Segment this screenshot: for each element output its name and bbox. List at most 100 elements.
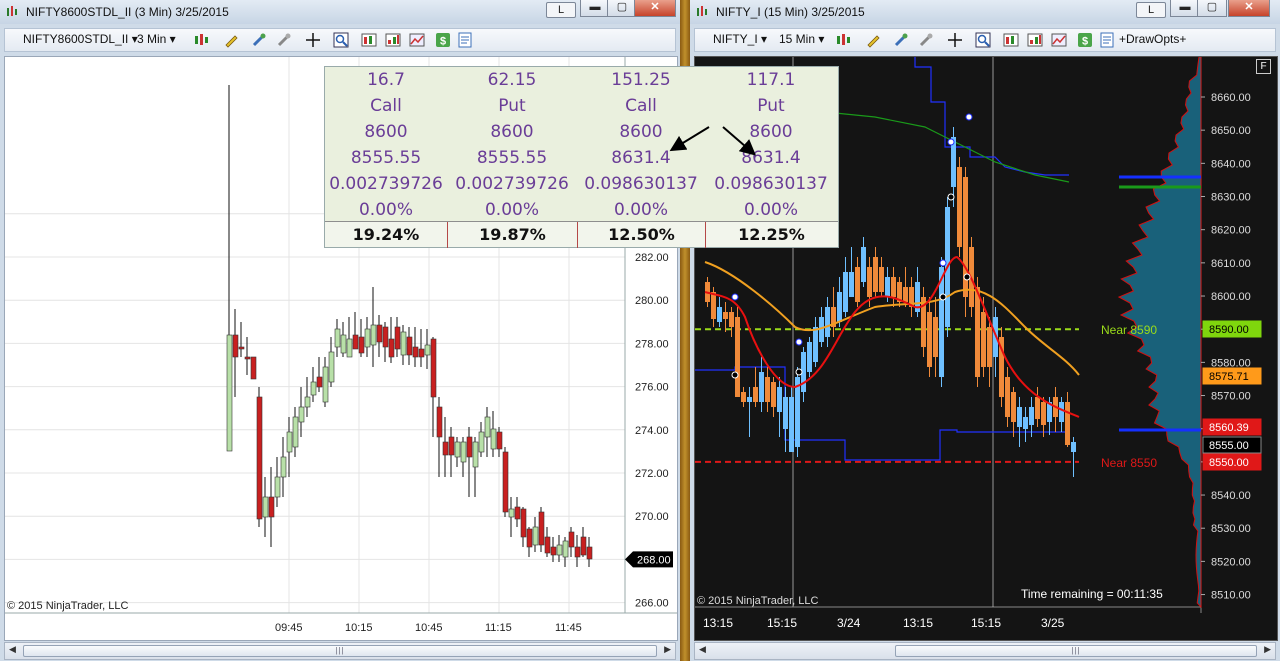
f-button[interactable]: F [1256, 59, 1271, 74]
crosshair-icon[interactable] [305, 32, 321, 48]
y-tick-label: 8630.00 [1211, 192, 1251, 204]
candle-body [490, 428, 497, 450]
instrument-selector[interactable]: NIFTY8600STDL_II ▾ [23, 32, 138, 46]
scroll-left-arrow-icon[interactable]: ◀ [9, 644, 16, 655]
candle-body [460, 441, 467, 463]
swing-point-dot [795, 338, 803, 346]
x-tick-label: 15:15 [767, 616, 797, 630]
pencil-draw-icon[interactable] [223, 32, 239, 48]
candle-body [807, 342, 812, 372]
rate-cell: 0.00% [743, 200, 798, 220]
zoom-icon[interactable] [975, 32, 991, 48]
link-button[interactable]: L [546, 2, 576, 18]
right-title-bar[interactable]: NIFTY_I (15 Min) 3/25/2015 L ▬ ▢ ✕ [690, 0, 1280, 24]
candle-body [478, 431, 485, 453]
bar-type-icon[interactable] [193, 32, 209, 48]
candle-body [250, 356, 257, 380]
scroll-left-arrow-icon[interactable]: ◀ [699, 644, 706, 655]
scroll-thumb[interactable]: ||| [23, 645, 657, 657]
svg-text:$: $ [1082, 36, 1088, 48]
link-button[interactable]: L [1136, 2, 1166, 18]
strategy-dollar-icon[interactable]: $ [435, 32, 451, 48]
magnet-icon[interactable] [893, 32, 909, 48]
price-tag-label: 8575.71 [1209, 371, 1249, 383]
y-tick-label: 8640.00 [1211, 158, 1251, 170]
indicators-icon[interactable] [1027, 32, 1043, 48]
strike-cell: 8600 [749, 122, 793, 142]
implied-volatility-row: 19.24% 19.87% 12.50% 12.25% [325, 221, 838, 248]
candle-body [424, 344, 431, 356]
maximize-button[interactable]: ▢ [607, 0, 637, 17]
minimize-button[interactable]: ▬ [1170, 0, 1200, 17]
option-type-cell: Call [370, 96, 402, 116]
zoom-pan-icon[interactable] [276, 32, 292, 48]
candle-body [586, 546, 593, 560]
swing-point-dot [965, 113, 973, 121]
magnet-icon[interactable] [251, 32, 267, 48]
strategy-dollar-icon[interactable]: $ [1077, 32, 1093, 48]
properties-icon[interactable] [1099, 32, 1115, 48]
zoom-pan-icon[interactable] [918, 32, 934, 48]
crosshair-icon[interactable] [947, 32, 963, 48]
scroll-right-arrow-icon[interactable]: ▶ [664, 644, 671, 655]
y-tick-label: 8600.00 [1211, 291, 1251, 303]
scroll-right-arrow-icon[interactable]: ▶ [1264, 644, 1271, 655]
zoom-icon[interactable] [333, 32, 349, 48]
scroll-thumb[interactable]: ||| [895, 645, 1257, 657]
time-remaining-label: Time remaining = 00:11:35 [1021, 587, 1163, 601]
candle-body [346, 338, 353, 358]
svg-text:$: $ [440, 36, 446, 48]
interval-selector[interactable]: 15 Min ▾ [779, 32, 824, 46]
chart-style-icon[interactable] [1051, 32, 1067, 48]
candle-body [262, 496, 269, 518]
y-tick-label: 272.00 [635, 468, 669, 480]
minimize-button[interactable]: ▬ [580, 0, 610, 17]
chart-style-icon[interactable] [409, 32, 425, 48]
candle-body [286, 431, 293, 453]
last-price-label: 268.00 [637, 554, 671, 566]
left-chart-copyright: © 2015 NinjaTrader, LLC [7, 600, 129, 612]
candle-body [496, 431, 503, 450]
strike-cell: 8600 [619, 122, 663, 142]
candle-body [562, 540, 569, 558]
candle-body [933, 317, 938, 357]
near-high-label: Near 8590 [1101, 323, 1157, 337]
data-series-icon[interactable] [1003, 32, 1019, 48]
x-tick-label: 10:45 [415, 622, 443, 634]
candle-body [891, 277, 896, 297]
bar-type-icon[interactable] [835, 32, 851, 48]
interval-selector[interactable]: 3 Min ▾ [137, 32, 176, 46]
candle-body [328, 351, 335, 383]
candle-body [268, 496, 275, 518]
option-type-cell: Call [625, 96, 657, 116]
candle-body [837, 292, 842, 322]
time-row: 0.002739726 0.002739726 0.098630137 0.09… [325, 171, 838, 197]
pencil-draw-icon[interactable] [865, 32, 881, 48]
candle-body [334, 328, 341, 348]
candle-body [981, 312, 986, 367]
candle-body [855, 267, 860, 302]
maximize-button[interactable]: ▢ [1197, 0, 1227, 17]
candle-body [861, 247, 866, 282]
y-tick-label: 276.00 [635, 382, 669, 394]
candle-body [711, 292, 716, 319]
indicators-icon[interactable] [385, 32, 401, 48]
instrument-selector[interactable]: NIFTY_I ▾ [713, 32, 767, 46]
swing-point-dot [731, 371, 739, 379]
candle-body [316, 376, 323, 388]
right-horizontal-scrollbar[interactable]: ◀ ||| ▶ [694, 642, 1276, 660]
candle-body [292, 416, 299, 448]
draw-opts-button[interactable]: +DrawOpts+ [1119, 32, 1186, 46]
left-horizontal-scrollbar[interactable]: ◀ ||| ▶ [4, 642, 676, 660]
candle-body [1005, 377, 1010, 417]
left-title-bar[interactable]: NIFTY8600STDL_II (3 Min) 3/25/2015 L ▬ ▢… [0, 0, 680, 24]
close-button[interactable]: ✕ [634, 0, 676, 17]
data-series-icon[interactable] [361, 32, 377, 48]
properties-icon[interactable] [457, 32, 473, 48]
y-tick-label: 8610.00 [1211, 258, 1251, 270]
candle-body [406, 336, 413, 356]
candle-body [280, 456, 287, 478]
close-button[interactable]: ✕ [1228, 0, 1270, 17]
candle-body [376, 324, 383, 343]
candle-body [538, 511, 545, 546]
